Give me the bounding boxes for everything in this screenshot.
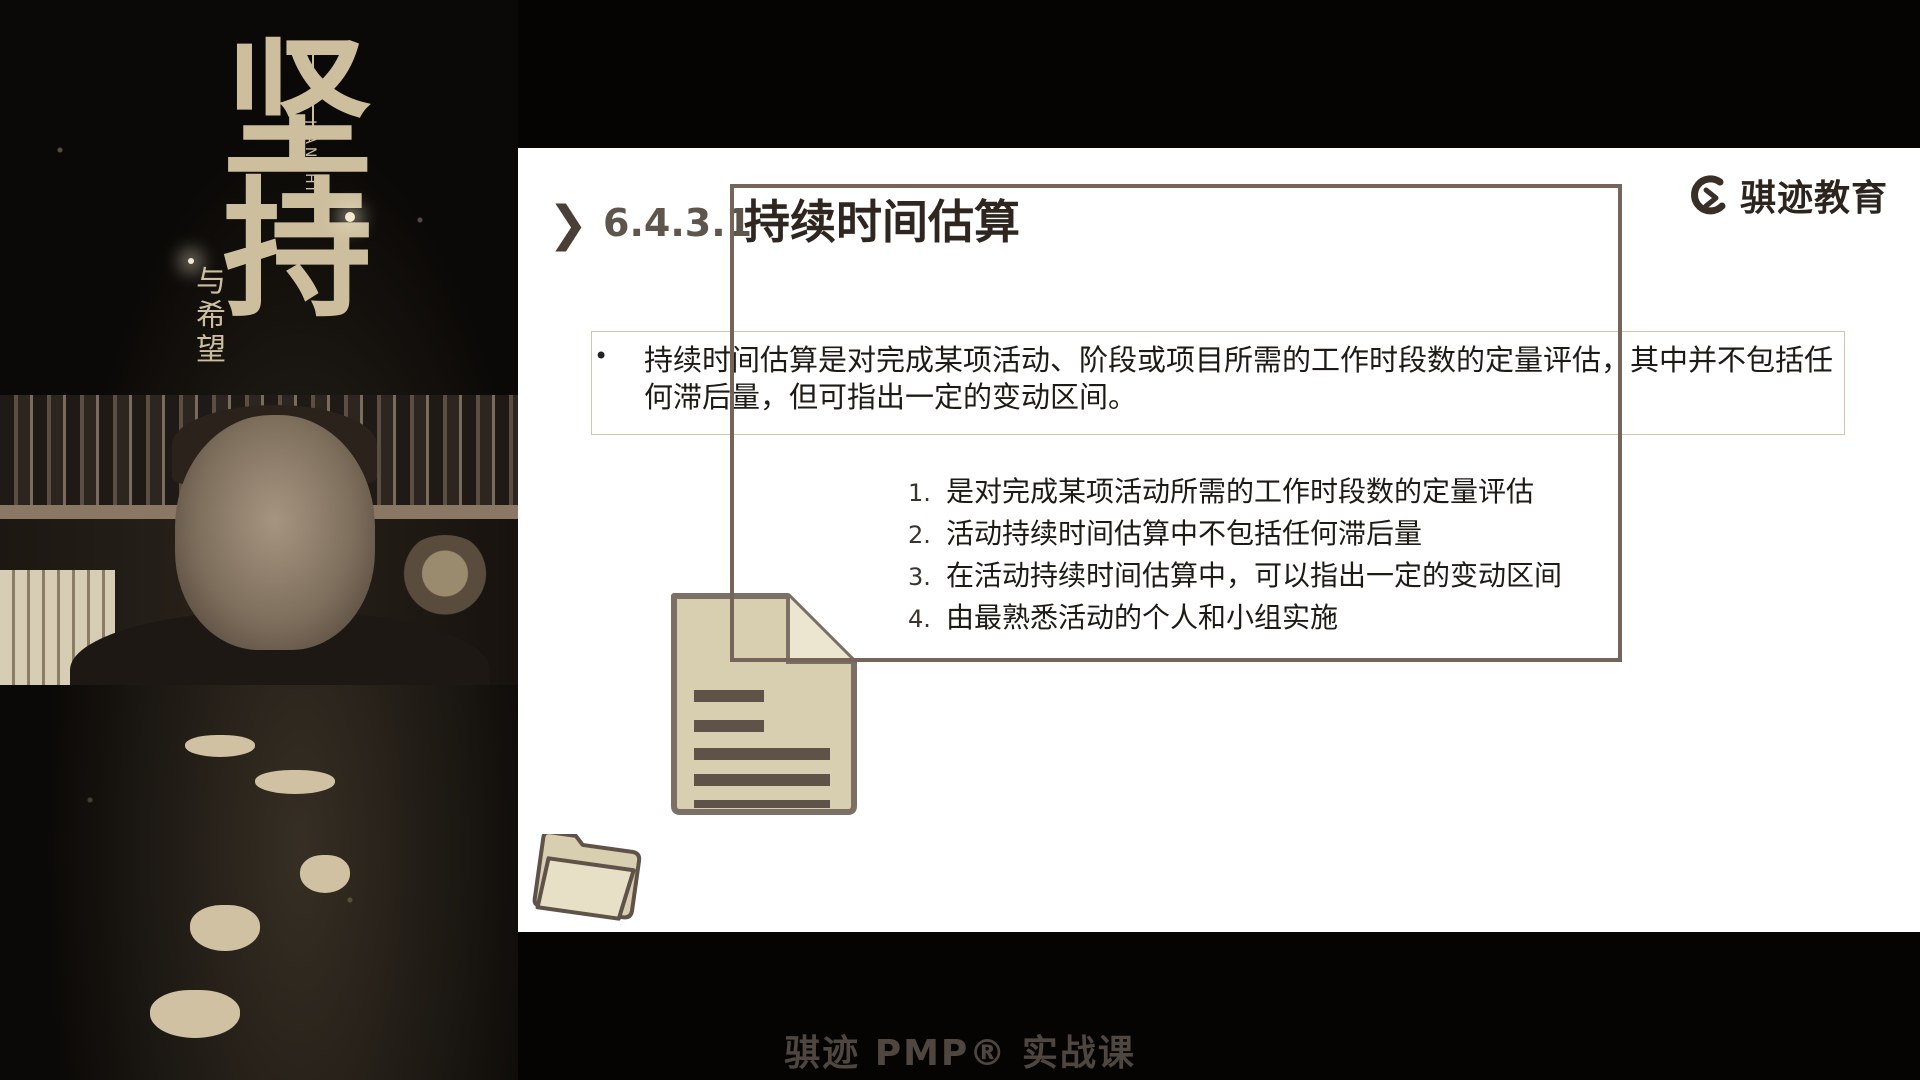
- sparkle-decoration: [188, 258, 194, 264]
- banner-title: 坚持: [197, 30, 373, 310]
- highlight-frame: [730, 184, 1622, 662]
- footprint-decoration: [255, 770, 335, 794]
- banner-pinyin: JIANCHI: [302, 120, 318, 194]
- brand-logo: 骐迹教育: [1686, 170, 1888, 220]
- presenter-face: [175, 415, 375, 650]
- footprint-decoration: [185, 735, 255, 757]
- bullet-marker: •: [594, 342, 609, 370]
- chevron-right-icon: ❯: [548, 196, 589, 252]
- sparkle-decoration: [345, 212, 355, 222]
- folder-icon: [532, 834, 642, 921]
- course-title: 骐迹 PMP® 实战课: [784, 1033, 1136, 1074]
- brand-logo-icon: [1691, 175, 1726, 215]
- webcam-feed: [0, 395, 518, 685]
- banner-divider: [312, 52, 314, 127]
- banner-subtitle: 与希望: [190, 265, 225, 367]
- footprint-decoration: [300, 855, 350, 893]
- footprint-decoration: [190, 905, 260, 951]
- slide: ❯ 6.4.3.1 持续时间估算 骐迹教育 • 持续时间估算是对完成某项活动、阶…: [518, 148, 1920, 932]
- video-panel: 坚持 JIANCHI 与希望: [0, 0, 518, 1080]
- brand-name: 骐迹教育: [1740, 178, 1889, 219]
